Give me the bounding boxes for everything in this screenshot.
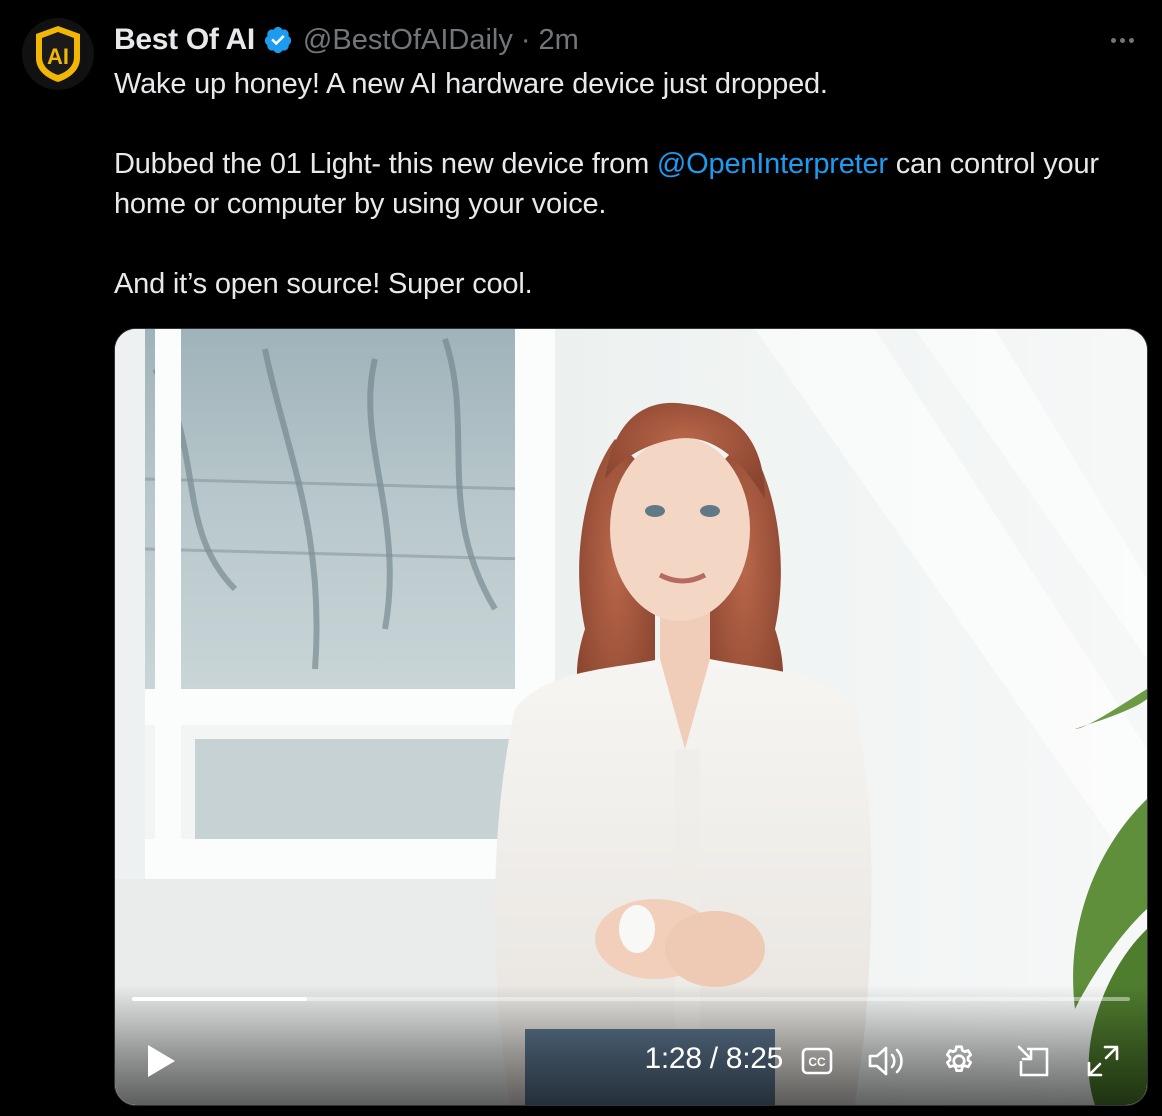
avatar-text: AI bbox=[47, 44, 69, 69]
video-progress-fill bbox=[132, 997, 307, 1001]
tweet-line-1: Wake up honey! A new AI hardware device … bbox=[114, 68, 828, 100]
tweet-header: Best Of AI @BestOfAIDaily · 2m bbox=[114, 20, 1142, 60]
video-progress-bar[interactable] bbox=[132, 997, 1130, 1001]
author-name[interactable]: Best Of AI bbox=[114, 23, 255, 57]
more-horizontal-icon[interactable] bbox=[1102, 26, 1142, 54]
play-icon[interactable] bbox=[141, 1041, 181, 1081]
closed-captions-icon[interactable]: CC bbox=[799, 1041, 835, 1081]
video-timecode: 1:28 / 8:25 bbox=[644, 1042, 784, 1075]
tweet-text: Wake up honey! A new AI hardware device … bbox=[114, 64, 1134, 304]
tweet-text-segment: Dubbed the 01 Light- this new device fro… bbox=[114, 148, 657, 180]
separator-dot: · bbox=[520, 23, 531, 56]
mention-link[interactable]: @OpenInterpreter bbox=[657, 148, 888, 180]
avatar[interactable]: AI bbox=[22, 18, 94, 90]
timestamp[interactable]: 2m bbox=[539, 24, 579, 57]
verified-badge-icon[interactable] bbox=[263, 25, 293, 55]
tweet-paragraph-2: Dubbed the 01 Light- this new device fro… bbox=[114, 144, 1134, 224]
best-of-ai-logo-icon: AI bbox=[36, 26, 80, 82]
gear-icon[interactable] bbox=[939, 1041, 979, 1081]
fullscreen-icon[interactable] bbox=[1083, 1041, 1123, 1081]
video-player[interactable]: 1:28 / 8:25 CC bbox=[114, 328, 1148, 1106]
captions-label: CC bbox=[808, 1055, 826, 1069]
author-handle[interactable]: @BestOfAIDaily bbox=[303, 24, 513, 57]
volume-icon[interactable] bbox=[865, 1041, 907, 1081]
picture-in-picture-icon[interactable] bbox=[1013, 1041, 1053, 1081]
tweet-paragraph-3: And it’s open source! Super cool. bbox=[114, 268, 533, 300]
